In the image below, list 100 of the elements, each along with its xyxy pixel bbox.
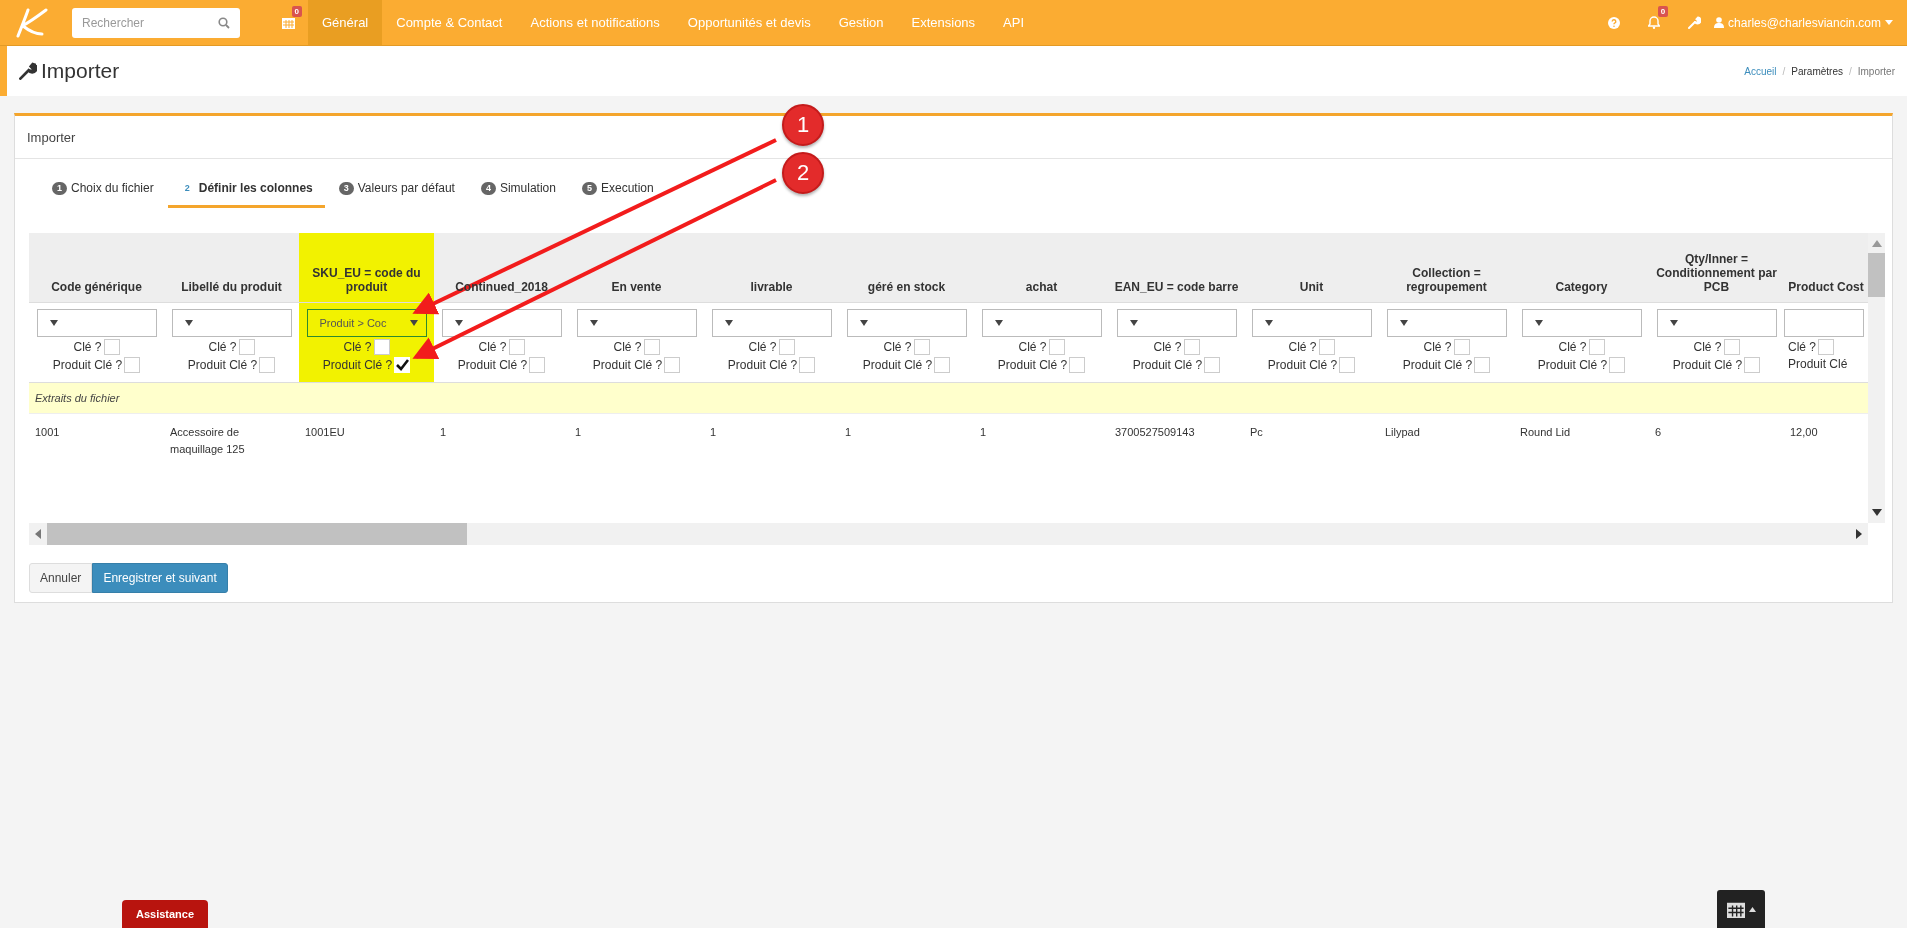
column-header: Unit: [1244, 233, 1379, 303]
scrollbar-thumb[interactable]: [1868, 253, 1885, 297]
key-checkbox[interactable]: [1588, 339, 1605, 355]
breadcrumb-link[interactable]: Accueil: [1744, 65, 1777, 77]
column-mapping-dropdown[interactable]: [1251, 309, 1372, 337]
step-tab[interactable]: 3 Valeurs par défaut: [326, 177, 467, 208]
key-checkbox[interactable]: [1048, 339, 1065, 355]
column-mapping-dropdown[interactable]: [1386, 309, 1507, 337]
checkbox-label: Produit Clé ?: [322, 358, 393, 372]
key-checkbox[interactable]: [1318, 339, 1335, 355]
key-checkbox[interactable]: [1453, 339, 1470, 355]
annotation-marker: 1: [782, 104, 824, 146]
column-header: SKU_EU = code du produit: [299, 233, 434, 303]
caret-icon: [1669, 320, 1678, 326]
key-checkbox[interactable]: [778, 339, 795, 355]
table-cell-text: 1: [844, 425, 853, 440]
checkbox-label: Produit Clé ?: [592, 358, 663, 372]
step-tab[interactable]: 5 Execution: [569, 177, 666, 208]
key-checkbox[interactable]: [643, 339, 660, 355]
scroll-up-icon[interactable]: [1871, 239, 1882, 247]
search-field[interactable]: Rechercher: [72, 7, 240, 38]
column-mapping-dropdown[interactable]: [1784, 309, 1864, 337]
scroll-right-icon[interactable]: [1854, 529, 1864, 539]
product-key-checkbox[interactable]: [1339, 357, 1356, 373]
calendar-widget[interactable]: [1717, 890, 1765, 928]
column-header: Libellé du produit: [164, 233, 299, 303]
vertical-scrollbar[interactable]: [1868, 233, 1885, 523]
assistance-tab[interactable]: Assistance: [122, 900, 208, 928]
product-key-checkbox[interactable]: [529, 357, 546, 373]
column-mapping-dropdown[interactable]: [576, 309, 697, 337]
checkbox-label: Produit Clé ?: [52, 358, 123, 372]
save-next-button[interactable]: Enregistrer et suivant: [92, 563, 228, 593]
key-checkbox[interactable]: [913, 339, 930, 355]
checkbox-label: Produit Clé ?: [1672, 358, 1743, 372]
check-icon: [395, 359, 409, 371]
section-label: Extraits du fichier: [35, 392, 120, 404]
caret-icon: [1399, 320, 1408, 326]
caret-icon: [1129, 320, 1138, 326]
key-checkbox[interactable]: [1183, 339, 1200, 355]
product-key-checkbox[interactable]: [394, 357, 411, 373]
cancel-button[interactable]: Annuler: [29, 563, 93, 593]
table-cell-text: 1: [709, 425, 718, 440]
column-mapping-dropdown[interactable]: [1656, 309, 1777, 337]
column-mapping-dropdown[interactable]: [1116, 309, 1237, 337]
scrollbar-thumb[interactable]: [47, 523, 467, 545]
checkbox-label: Clé ?: [1288, 340, 1317, 354]
step-tab[interactable]: 1 Choix du fichier: [40, 177, 166, 208]
wrench-icon[interactable]: [1687, 16, 1701, 29]
column-mapping-dropdown[interactable]: [846, 309, 967, 337]
step-tab[interactable]: 4 Simulation: [468, 177, 568, 208]
column-mapping-dropdown[interactable]: [981, 309, 1102, 337]
product-key-checkbox[interactable]: [1204, 357, 1221, 373]
scroll-down-icon[interactable]: [1871, 509, 1882, 517]
table-cell-text: Accessoire de maquillage 125: [169, 425, 246, 457]
horizontal-scrollbar[interactable]: [29, 523, 1868, 545]
key-checkbox[interactable]: [238, 339, 255, 355]
search-icon: [218, 16, 230, 29]
product-key-checkbox[interactable]: [1069, 357, 1086, 373]
product-key-checkbox[interactable]: [934, 357, 951, 373]
bell-icon[interactable]: [1648, 16, 1661, 29]
calendar-icon[interactable]: [281, 16, 295, 29]
column-header: En vente: [569, 233, 704, 303]
product-key-checkbox[interactable]: [124, 357, 141, 373]
key-checkbox[interactable]: [103, 339, 120, 355]
column-header: Code générique: [29, 233, 164, 303]
wrench-icon: [19, 62, 37, 80]
column-header: achat: [974, 233, 1109, 303]
caret-icon: [184, 320, 193, 326]
checkbox-label: Produit Clé ?: [1132, 358, 1203, 372]
product-key-checkbox[interactable]: [1474, 357, 1491, 373]
product-key-checkbox[interactable]: [259, 357, 276, 373]
checkbox-label: Clé ?: [1558, 340, 1587, 354]
column-mapping-dropdown[interactable]: [171, 309, 292, 337]
key-checkbox[interactable]: [1723, 339, 1740, 355]
panel-title: Importer: [27, 129, 76, 145]
table-cell-text: Pc: [1249, 425, 1264, 440]
help-icon[interactable]: [1608, 16, 1621, 29]
step-tab[interactable]: 2 Définir les colonnes: [167, 177, 325, 208]
table-cell-text: 3700527509143: [1114, 425, 1196, 440]
column-mapping-dropdown[interactable]: [711, 309, 832, 337]
caret-icon: [724, 320, 733, 326]
table-cell-text: 1001: [34, 425, 61, 440]
product-key-checkbox[interactable]: [1744, 357, 1761, 373]
scroll-left-icon[interactable]: [33, 529, 43, 539]
key-checkbox[interactable]: [508, 339, 525, 355]
column-mapping-dropdown[interactable]: [441, 309, 562, 337]
breadcrumb-link[interactable]: Paramètres: [1791, 65, 1843, 77]
product-key-checkbox[interactable]: [1609, 357, 1626, 373]
product-key-checkbox[interactable]: [664, 357, 681, 373]
caret-icon: [454, 320, 463, 326]
product-key-checkbox[interactable]: [799, 357, 816, 373]
caret-icon: [994, 320, 1003, 326]
column-mapping-dropdown[interactable]: [1521, 309, 1642, 337]
key-checkbox[interactable]: [1818, 339, 1834, 355]
column-header: Category: [1514, 233, 1649, 303]
breadcrumb-link[interactable]: Importer: [1857, 65, 1895, 77]
column-mapping-dropdown[interactable]: Produit > Coc: [306, 309, 427, 337]
key-checkbox[interactable]: [373, 339, 390, 355]
checkbox-label: Produit Clé ?: [997, 358, 1068, 372]
column-mapping-dropdown[interactable]: [36, 309, 157, 337]
